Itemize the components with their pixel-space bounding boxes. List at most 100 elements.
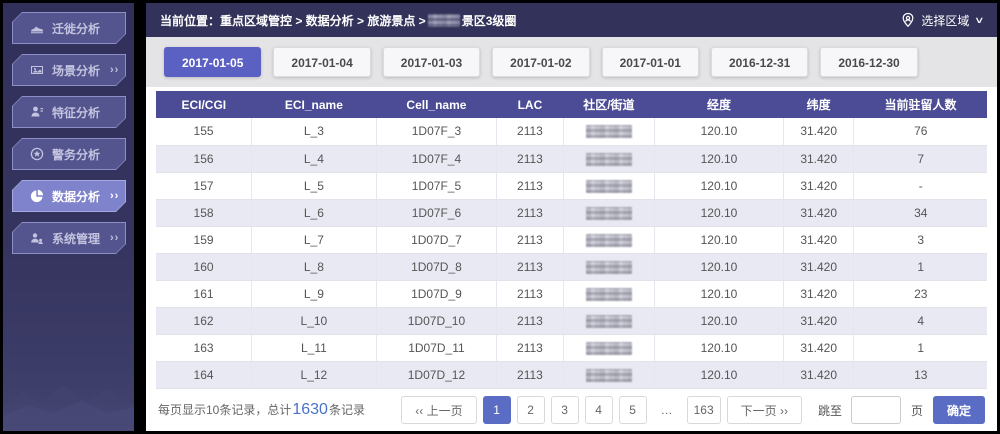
cell-community-redacted: [563, 199, 654, 226]
page-button-2[interactable]: 2: [517, 396, 545, 424]
tab-date-0[interactable]: 2017-01-05: [164, 47, 261, 77]
region-selector-label: 选择区域: [921, 12, 969, 29]
tab-date-1[interactable]: 2017-01-04: [273, 47, 370, 77]
sidebar-item-label: 特征分析: [52, 104, 100, 121]
topbar: 当前位置：重点区域管控 > 数据分析 > 旅游景点 > 景区3级圈 选择区域 ∨: [146, 3, 997, 37]
table-row: 160L_81D07D_82113120.1031.4201: [156, 253, 987, 280]
cell-cell-name: 1D07D_7: [376, 226, 496, 253]
column-header-eci-name: ECI_name: [252, 91, 377, 118]
sidebar-item-migration-analysis[interactable]: 迁徙分析: [12, 12, 126, 44]
sidebar-item-label: 迁徙分析: [52, 20, 100, 37]
sidebar-item-label: 系统管理: [52, 230, 100, 247]
cell-community-redacted: [563, 172, 654, 199]
cell-longitude: 120.10: [655, 145, 784, 172]
jump-unit-label: 页: [911, 402, 923, 419]
cell-eci-name: L_9: [252, 280, 377, 307]
page-ellipsis: …: [653, 396, 681, 424]
summary-suffix: 条记录: [329, 401, 365, 418]
cell-eci-name: L_3: [252, 118, 377, 145]
cell-lac: 2113: [497, 280, 563, 307]
tab-date-5[interactable]: 2016-12-31: [711, 47, 808, 77]
breadcrumb-suffix: 景区3级圈: [462, 12, 517, 29]
main-content: 当前位置：重点区域管控 > 数据分析 > 旅游景点 > 景区3级圈 选择区域 ∨…: [146, 3, 997, 431]
breadcrumb-redacted-segment: [428, 14, 460, 27]
migration-icon: [30, 21, 44, 35]
cell-eci: 162: [156, 307, 252, 334]
table-row: 164L_121D07D_122113120.1031.42013: [156, 361, 987, 388]
tab-date-4[interactable]: 2017-01-01: [602, 47, 699, 77]
column-header-community: 社区/街道: [563, 91, 654, 118]
expand-arrow: ››: [110, 190, 119, 202]
cell-eci: 158: [156, 199, 252, 226]
cell-lac: 2113: [497, 334, 563, 361]
table-row: 159L_71D07D_72113120.1031.4203: [156, 226, 987, 253]
column-header-longitude: 经度: [655, 91, 784, 118]
cell-cell-name: 1D07F_4: [376, 145, 496, 172]
cell-count: -: [854, 172, 987, 199]
cell-latitude: 31.420: [783, 253, 854, 280]
cell-community-redacted: [563, 334, 654, 361]
cell-eci-name: L_4: [252, 145, 377, 172]
cell-longitude: 120.10: [655, 253, 784, 280]
tab-date-6[interactable]: 2016-12-30: [820, 47, 917, 77]
cell-longitude: 120.10: [655, 172, 784, 199]
sidebar-item-data-analysis[interactable]: 数据分析 ››: [12, 180, 126, 212]
table-row: 162L_101D07D_102113120.1031.4204: [156, 307, 987, 334]
cell-eci: 155: [156, 118, 252, 145]
records-summary: 每页显示10条记录，总计 1630 条记录: [158, 401, 365, 419]
tab-date-2[interactable]: 2017-01-03: [383, 47, 480, 77]
data-table-container: ECI/CGI ECI_name Cell_name LAC 社区/街道 经度 …: [146, 87, 997, 389]
cell-longitude: 120.10: [655, 280, 784, 307]
cell-latitude: 31.420: [783, 334, 854, 361]
column-header-latitude: 纬度: [783, 91, 854, 118]
system-icon: [30, 231, 44, 245]
page-button-5[interactable]: 5: [619, 396, 647, 424]
confirm-button[interactable]: 确定: [933, 396, 985, 424]
sidebar-item-label: 警务分析: [52, 146, 100, 163]
feature-icon: [30, 105, 44, 119]
sidebar-item-police-analysis[interactable]: 警务分析: [12, 138, 126, 170]
cell-cell-name: 1D07D_12: [376, 361, 496, 388]
sidebar: 迁徙分析 场景分析 ›› 特征分析 警务分析: [3, 3, 134, 431]
tab-date-3[interactable]: 2017-01-02: [492, 47, 589, 77]
region-selector[interactable]: 选择区域 ∨: [900, 12, 983, 29]
cell-eci-name: L_12: [252, 361, 377, 388]
page-button-163[interactable]: 163: [687, 396, 721, 424]
cell-count: 13: [854, 361, 987, 388]
expand-arrow: ››: [110, 232, 119, 244]
cell-data-table: ECI/CGI ECI_name Cell_name LAC 社区/街道 经度 …: [156, 91, 987, 389]
column-header-cell-name: Cell_name: [376, 91, 496, 118]
next-page-button[interactable]: 下一页 ››: [727, 396, 802, 424]
cell-eci: 161: [156, 280, 252, 307]
cell-longitude: 120.10: [655, 118, 784, 145]
date-tab-strip: 2017-01-05 2017-01-04 2017-01-03 2017-01…: [146, 37, 997, 87]
page-button-4[interactable]: 4: [585, 396, 613, 424]
cell-latitude: 31.420: [783, 280, 854, 307]
table-row: 156L_41D07F_42113120.1031.4207: [156, 145, 987, 172]
cell-longitude: 120.10: [655, 307, 784, 334]
cell-community-redacted: [563, 145, 654, 172]
pagination-footer: 每页显示10条记录，总计 1630 条记录 ‹‹ 上一页 1 2 3 4 5 ……: [146, 389, 997, 431]
cell-latitude: 31.420: [783, 145, 854, 172]
table-header-row: ECI/CGI ECI_name Cell_name LAC 社区/街道 经度 …: [156, 91, 987, 118]
summary-prefix: 每页显示10条记录，总计: [158, 401, 291, 418]
sidebar-item-scene-analysis[interactable]: 场景分析 ››: [12, 54, 126, 86]
cell-latitude: 31.420: [783, 361, 854, 388]
data-icon: [30, 189, 44, 203]
page-button-3[interactable]: 3: [551, 396, 579, 424]
sidebar-item-system-management[interactable]: 系统管理 ››: [12, 222, 126, 254]
jump-page-input[interactable]: [851, 396, 901, 424]
cell-community-redacted: [563, 307, 654, 334]
sidebar-item-feature-analysis[interactable]: 特征分析: [12, 96, 126, 128]
cell-latitude: 31.420: [783, 172, 854, 199]
cell-community-redacted: [563, 118, 654, 145]
cell-lac: 2113: [497, 253, 563, 280]
cell-eci: 160: [156, 253, 252, 280]
prev-page-button[interactable]: ‹‹ 上一页: [401, 396, 476, 424]
table-row: 163L_111D07D_112113120.1031.4201: [156, 334, 987, 361]
cell-lac: 2113: [497, 226, 563, 253]
sidebar-mountains-decoration: [3, 361, 134, 431]
page-button-1[interactable]: 1: [483, 396, 511, 424]
cell-lac: 2113: [497, 118, 563, 145]
cell-lac: 2113: [497, 307, 563, 334]
